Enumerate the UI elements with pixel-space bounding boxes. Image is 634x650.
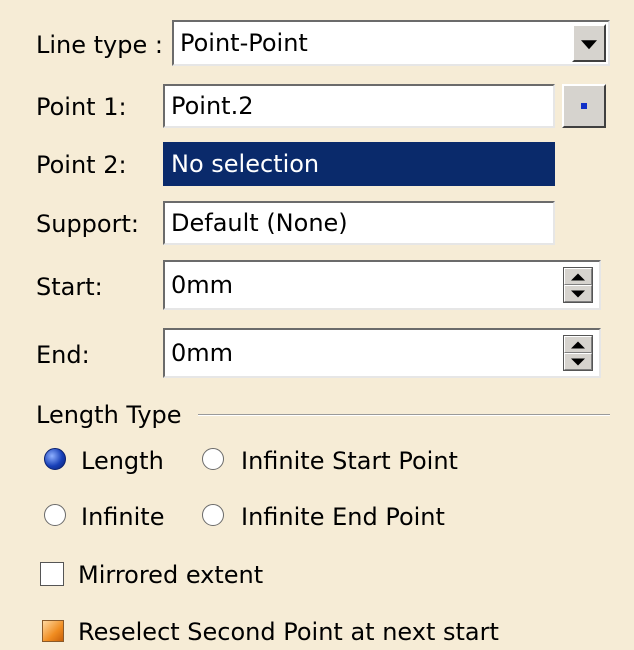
point1-field[interactable]: Point.2 bbox=[163, 84, 555, 128]
end-field[interactable]: 0mm bbox=[163, 328, 601, 378]
start-label: Start: bbox=[36, 273, 103, 301]
radio-infinite-label[interactable]: Infinite bbox=[81, 502, 164, 532]
length-type-title: Length Type bbox=[36, 401, 182, 429]
start-spin-up-button[interactable] bbox=[564, 268, 592, 285]
radio-infinite-start-point[interactable] bbox=[202, 448, 224, 470]
end-label: End: bbox=[36, 341, 90, 369]
line-type-combo[interactable]: Point-Point bbox=[172, 20, 610, 66]
end-spinner[interactable] bbox=[563, 335, 593, 371]
point1-pick-button[interactable] bbox=[562, 84, 606, 128]
mirrored-extent-label[interactable]: Mirrored extent bbox=[78, 560, 263, 590]
end-value: 0mm bbox=[171, 339, 234, 367]
point1-label: Point 1: bbox=[36, 93, 127, 121]
end-spin-down-button[interactable] bbox=[564, 353, 592, 370]
radio-length-label[interactable]: Length bbox=[81, 446, 164, 476]
radio-infinite[interactable] bbox=[44, 504, 66, 526]
end-spin-up-button[interactable] bbox=[564, 336, 592, 353]
line-type-label: Line type : bbox=[36, 31, 163, 59]
point-icon bbox=[581, 103, 587, 109]
radio-infinite-end-point-label[interactable]: Infinite End Point bbox=[241, 502, 445, 532]
start-spin-down-button[interactable] bbox=[564, 285, 592, 302]
radio-infinite-start-point-label[interactable]: Infinite Start Point bbox=[241, 446, 458, 476]
support-value: Default (None) bbox=[171, 209, 348, 237]
radio-infinite-end-point[interactable] bbox=[202, 504, 224, 526]
spin-down-icon bbox=[571, 290, 585, 297]
support-label: Support: bbox=[36, 210, 139, 238]
radio-length[interactable] bbox=[44, 448, 66, 470]
spin-down-icon bbox=[571, 358, 585, 365]
point2-label: Point 2: bbox=[36, 151, 127, 179]
spin-up-icon bbox=[571, 341, 585, 348]
start-field[interactable]: 0mm bbox=[163, 260, 601, 310]
chevron-down-icon bbox=[581, 40, 597, 50]
mirrored-extent-checkbox[interactable] bbox=[40, 562, 64, 586]
point2-value: No selection bbox=[171, 150, 320, 178]
support-field[interactable]: Default (None) bbox=[163, 201, 555, 245]
point1-value: Point.2 bbox=[171, 92, 254, 120]
point2-field[interactable]: No selection bbox=[163, 142, 555, 186]
line-type-value: Point-Point bbox=[180, 29, 308, 57]
group-divider bbox=[198, 414, 610, 416]
start-value: 0mm bbox=[171, 271, 234, 299]
start-spinner[interactable] bbox=[563, 267, 593, 303]
reselect-label[interactable]: Reselect Second Point at next start bbox=[78, 617, 499, 647]
spin-up-icon bbox=[571, 273, 585, 280]
reselect-checkbox[interactable] bbox=[42, 620, 64, 642]
combo-dropdown-button[interactable] bbox=[572, 24, 606, 62]
